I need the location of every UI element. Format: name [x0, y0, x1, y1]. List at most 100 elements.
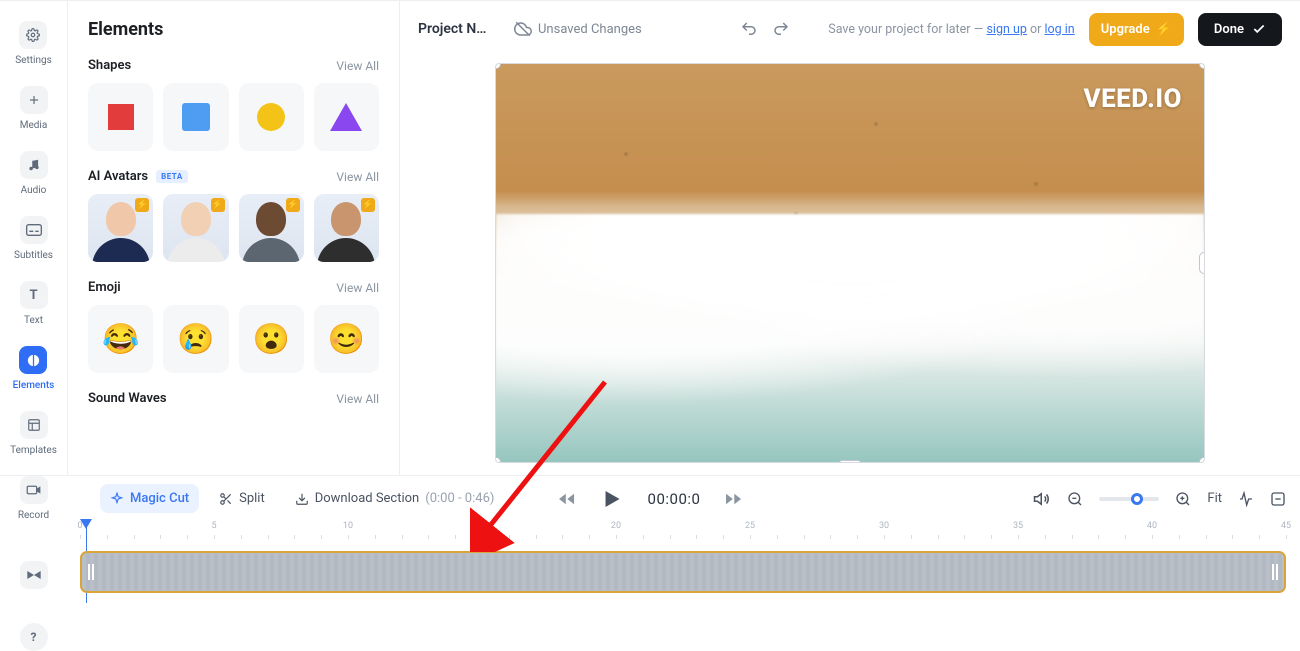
ruler-tick: 20: [611, 521, 621, 531]
waveform-icon[interactable]: [1238, 491, 1254, 507]
canvas-area: Project Na... Unsaved Changes Save your …: [400, 1, 1300, 475]
nav-label: Templates: [10, 445, 57, 456]
beta-badge: BETA: [156, 170, 188, 183]
avatar-2[interactable]: ⚡: [163, 194, 228, 262]
watermark: VEED.IO: [1084, 84, 1183, 114]
emoji-cry[interactable]: 😢: [163, 305, 228, 373]
ruler-tick: 0: [77, 521, 82, 531]
ruler-tick: 35: [1013, 521, 1023, 531]
ruler-tick: 45: [1281, 521, 1291, 531]
shape-square[interactable]: [88, 83, 153, 151]
timeline-ruler[interactable]: 051015202530354045: [80, 521, 1286, 545]
clip-trim-right[interactable]: [1272, 564, 1278, 580]
ruler-tick: 5: [211, 521, 216, 531]
rewind-icon[interactable]: [558, 490, 576, 508]
split-button[interactable]: Split: [209, 484, 275, 513]
zoom-slider[interactable]: [1099, 497, 1159, 501]
shape-rounded-square[interactable]: [163, 83, 228, 151]
topbar: Project Na... Unsaved Changes Save your …: [400, 1, 1300, 57]
done-button[interactable]: Done: [1198, 13, 1282, 46]
volume-icon[interactable]: [1033, 490, 1051, 508]
avatar-4[interactable]: ⚡: [314, 194, 379, 262]
avatar-1[interactable]: ⚡: [88, 194, 153, 262]
video-clip[interactable]: [80, 551, 1286, 593]
bolt-icon: ⚡: [361, 198, 375, 212]
emoji-view-all[interactable]: View All: [336, 281, 379, 295]
nav-label: Audio: [21, 185, 47, 196]
video-canvas[interactable]: VEED.IO ⟳: [495, 63, 1205, 463]
music-note-icon: [20, 151, 48, 179]
subtitles-icon: [20, 216, 48, 244]
ruler-tick: 25: [745, 521, 755, 531]
nav-label: Media: [20, 120, 48, 131]
download-icon: [295, 492, 309, 506]
bolt-icon: ⚡: [211, 198, 225, 212]
download-section-button[interactable]: Download Section(0:00 - 0:46): [285, 484, 505, 513]
settings-small-icon[interactable]: [1270, 491, 1286, 507]
nav-label: Elements: [13, 380, 55, 391]
shape-circle[interactable]: [239, 83, 304, 151]
bolt-icon: ⚡: [286, 198, 300, 212]
sparkle-icon: [110, 492, 124, 506]
save-prompt: Save your project for later — sign up or…: [828, 22, 1074, 37]
gear-icon: [19, 21, 47, 49]
resize-handle-mr[interactable]: [1199, 252, 1205, 274]
plus-icon: [20, 86, 48, 114]
section-shapes-title: Shapes: [88, 58, 131, 73]
ruler-tick: 10: [343, 521, 353, 531]
clip-trim-left[interactable]: [88, 564, 94, 580]
panel-title: Elements: [88, 19, 379, 40]
resize-handle-bm[interactable]: [839, 460, 861, 463]
nav-templates[interactable]: Templates: [10, 411, 57, 456]
nav-help[interactable]: ?: [20, 623, 48, 651]
nav-settings[interactable]: Settings: [15, 21, 52, 66]
shapes-view-all[interactable]: View All: [336, 59, 379, 73]
scissors-icon: [219, 492, 233, 506]
bolt-icon: ⚡: [135, 198, 149, 212]
section-emoji-title: Emoji: [88, 280, 121, 295]
zoom-in-icon[interactable]: [1175, 491, 1191, 507]
redo-icon[interactable]: [772, 20, 790, 38]
upgrade-button[interactable]: Upgrade⚡: [1089, 13, 1184, 46]
check-icon: [1252, 22, 1266, 36]
nav-label: Text: [24, 315, 43, 326]
emoji-wow[interactable]: 😮: [239, 305, 304, 373]
section-soundwaves-title: Sound Waves: [88, 391, 167, 406]
nav-text[interactable]: T Text: [20, 281, 48, 326]
nav-elements[interactable]: Elements: [13, 346, 55, 391]
forward-icon[interactable]: [724, 490, 742, 508]
nav-audio[interactable]: Audio: [20, 151, 48, 196]
cloud-off-icon: [514, 20, 532, 38]
ruler-tick: 40: [1147, 521, 1157, 531]
text-icon: T: [20, 281, 48, 309]
signup-link[interactable]: sign up: [986, 22, 1026, 37]
playback-controls: Magic Cut Split Download Section(0:00 - …: [0, 475, 1300, 521]
login-link[interactable]: log in: [1044, 22, 1074, 37]
help-icon: ?: [20, 623, 48, 651]
undo-icon[interactable]: [740, 20, 758, 38]
bolt-icon: ⚡: [1156, 22, 1172, 37]
shape-triangle[interactable]: [314, 83, 379, 151]
left-nav-rail: Settings Media Audio Subtitles T Text El…: [0, 1, 68, 475]
ruler-tick: 30: [879, 521, 889, 531]
zoom-out-icon[interactable]: [1067, 491, 1083, 507]
project-name[interactable]: Project Na...: [418, 21, 490, 37]
shapes-icon: [19, 346, 47, 374]
soundwaves-view-all[interactable]: View All: [336, 392, 379, 406]
avatar-3[interactable]: ⚡: [239, 194, 304, 262]
emoji-blush[interactable]: 😊: [314, 305, 379, 373]
nav-label: Settings: [15, 55, 52, 66]
nav-media[interactable]: Media: [20, 86, 48, 131]
unsaved-indicator: Unsaved Changes: [514, 20, 642, 38]
timeline[interactable]: 051015202530354045: [0, 521, 1300, 611]
emoji-joy[interactable]: 😂: [88, 305, 153, 373]
nav-subtitles[interactable]: Subtitles: [14, 216, 53, 261]
play-button[interactable]: [600, 487, 624, 511]
fit-button[interactable]: Fit: [1207, 491, 1222, 506]
nav-label: Subtitles: [14, 250, 53, 261]
section-avatars-title: AI Avatars BETA: [88, 169, 188, 184]
timecode: 00:00:0: [648, 490, 701, 508]
resize-handle-br[interactable]: [1199, 457, 1205, 463]
avatars-view-all[interactable]: View All: [336, 170, 379, 184]
magic-cut-button[interactable]: Magic Cut: [100, 484, 199, 513]
